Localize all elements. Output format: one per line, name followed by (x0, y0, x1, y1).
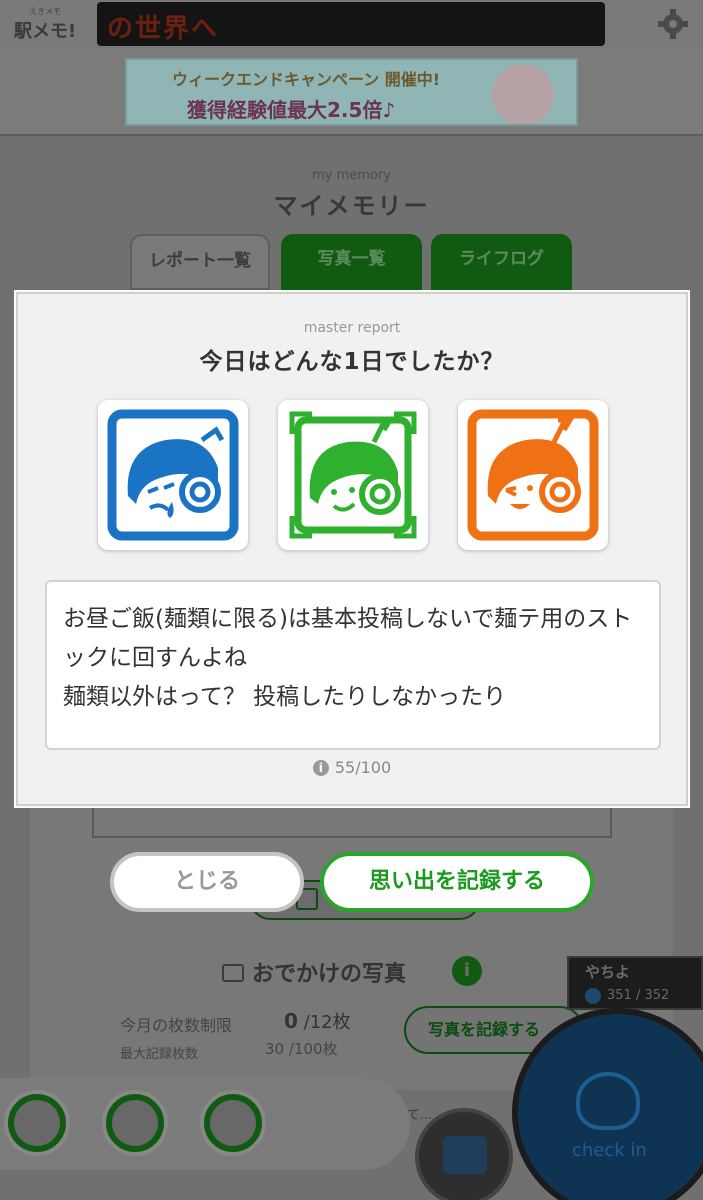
campaign-banner[interactable]: ウィークエンドキャンペーン 開催中! 獲得経験値最大2.5倍♪ (125, 58, 578, 126)
mood-sad-button[interactable] (98, 400, 248, 550)
smile-face-stamp-icon (289, 411, 417, 539)
close-button[interactable]: とじる (110, 852, 304, 912)
list-icon (112, 1100, 158, 1146)
character-illustration (492, 64, 554, 124)
max-record-label: 最大記録枚数 (120, 1047, 199, 1062)
wink-face-stamp-icon (467, 409, 599, 541)
mood-happy-button[interactable] (278, 400, 428, 550)
list-button[interactable] (102, 1090, 168, 1156)
save-memory-button[interactable]: 思い出を記録する (320, 852, 594, 912)
station-count-icon (585, 988, 601, 1004)
app-logo[interactable]: えきメモ 駅メモ! (14, 6, 76, 43)
app-logo-text: 駅メモ! (14, 21, 77, 42)
photos-section-title: おでかけの写真 (222, 956, 406, 988)
app-logo-kana: えきメモ (29, 7, 61, 16)
check-in-label: check in (572, 1140, 647, 1161)
sad-face-stamp-icon (107, 409, 239, 541)
gear-icon[interactable] (657, 8, 689, 40)
max-record-value: 30 /100枚 (265, 1040, 338, 1058)
info-icon[interactable]: i (452, 956, 482, 986)
banner-line-1: ウィークエンドキャンペーン 開催中! (172, 70, 441, 89)
train-list-icon (210, 1100, 256, 1146)
memo-textarea[interactable]: お昼ご飯(麺類に限る)は基本投稿しないで麺テ用のストックに回すんよね 麺類以外は… (45, 580, 661, 750)
tab-lifelog[interactable]: ライフログ (431, 234, 572, 290)
top-bar: えきメモ 駅メモ! の世界へ (0, 0, 703, 48)
monthly-limit-value: 0 /12枚 (284, 1008, 351, 1034)
briefcase-icon (443, 1136, 487, 1174)
user-count: 351 / 352 (607, 988, 670, 1003)
master-report-dialog: master report 今日はどんな1日でしたか？ お昼ご飯(麺類に限る)は… (16, 292, 688, 806)
info-icon: i (312, 760, 329, 776)
monthly-limit-total: /12枚 (303, 1012, 351, 1033)
dialog-title: 今日はどんな1日でしたか？ (199, 349, 505, 375)
page-subtitle: my memory (312, 168, 391, 183)
bag-button[interactable] (415, 1108, 513, 1200)
photos-title-text: おでかけの写真 (252, 962, 407, 987)
user-badge[interactable]: やちよ 351 / 352 (567, 956, 703, 1010)
page-title: マイメモリー (273, 192, 430, 220)
train-list-button[interactable] (200, 1090, 266, 1156)
ticker-text: の世界へ (107, 14, 220, 44)
dialog-subtitle: master report (303, 320, 401, 336)
character-counter: i 55/100 (18, 758, 686, 777)
monthly-limit-label: 今月の枚数制限 (120, 1016, 233, 1035)
photo-icon (222, 964, 244, 982)
news-ticker[interactable]: の世界へ (97, 2, 605, 46)
monthly-limit-count: 0 (284, 1009, 298, 1033)
tab-photo-list[interactable]: 写真一覧 (281, 234, 422, 290)
mood-wink-button[interactable] (458, 400, 608, 550)
home-icon (14, 1100, 60, 1146)
character-face-icon (576, 1072, 640, 1130)
user-name: やちよ (585, 963, 631, 981)
tab-report-list[interactable]: レポート一覧 (130, 234, 270, 290)
banner-line-2: 獲得経験値最大2.5倍♪ (187, 98, 396, 122)
home-button[interactable] (4, 1090, 70, 1156)
character-counter-text: 55/100 (334, 758, 392, 777)
